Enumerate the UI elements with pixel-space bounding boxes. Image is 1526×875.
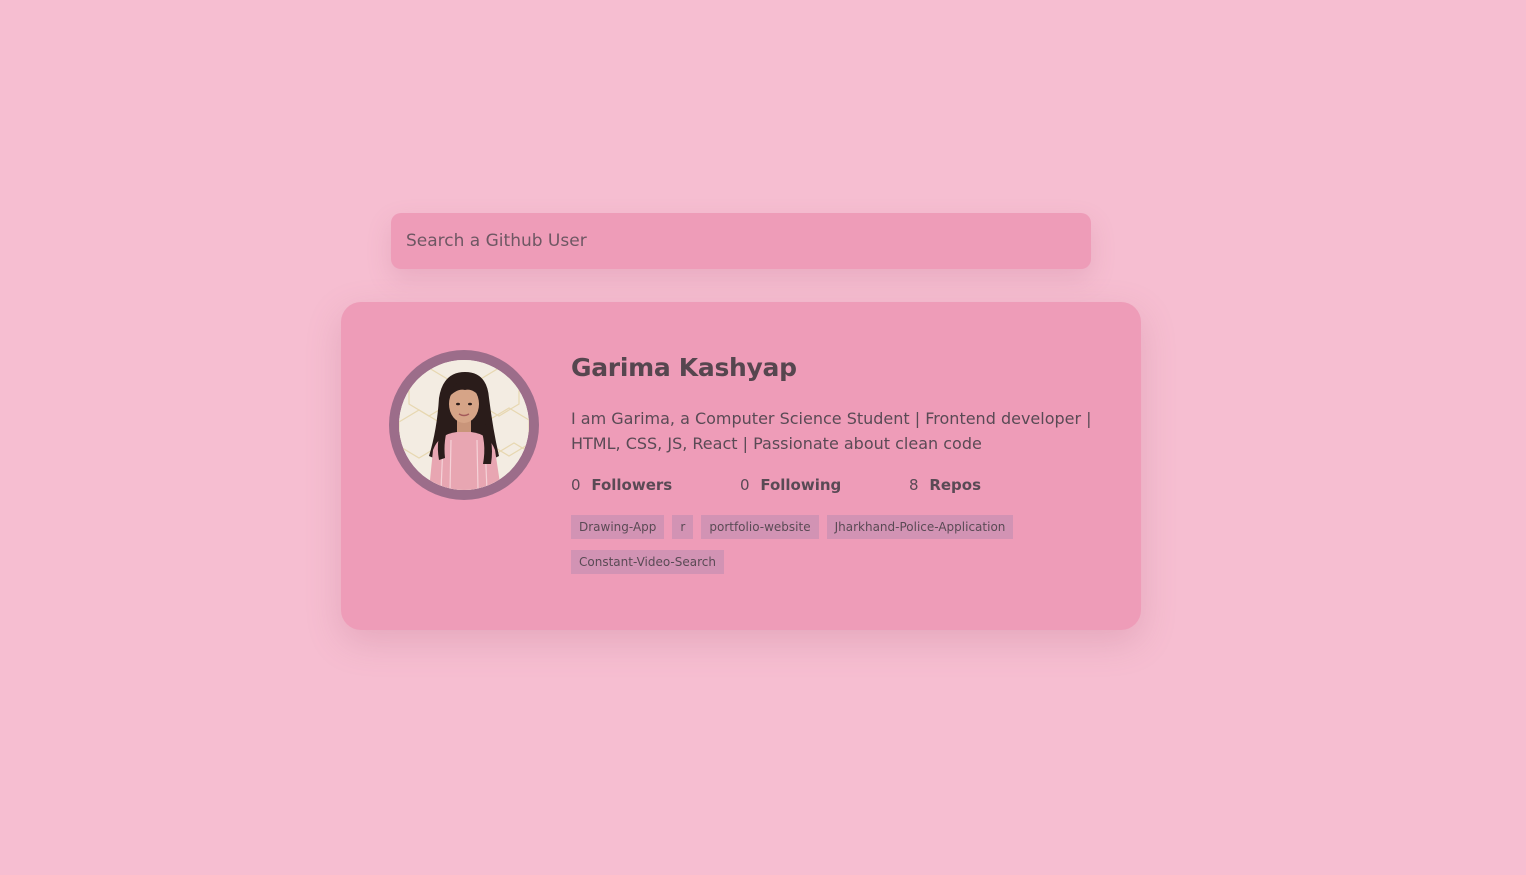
repo-link[interactable]: Constant-Video-Search <box>571 550 724 574</box>
repo-link[interactable]: Drawing-App <box>571 515 665 539</box>
search-form <box>391 213 1091 269</box>
stat-count: 8 <box>909 476 919 494</box>
repo-link[interactable]: portfolio-website <box>701 515 819 539</box>
avatar[interactable] <box>389 350 539 500</box>
stat-label: Repos <box>929 476 982 494</box>
repo-link[interactable]: Jharkhand-Police-Application <box>826 515 1014 539</box>
stat-count: 0 <box>740 476 750 494</box>
search-input[interactable] <box>391 213 1091 269</box>
user-bio: I am Garima, a Computer Science Student … <box>571 409 1092 453</box>
user-card: Garima Kashyap I am Garima, a Computer S… <box>341 302 1141 630</box>
user-info: Garima Kashyap I am Garima, a Computer S… <box>571 350 1101 585</box>
user-stats: 0 Followers 0 Following 8 Repos <box>571 473 1101 497</box>
stat-following: 0 Following <box>740 476 909 494</box>
stat-label: Following <box>760 476 842 494</box>
stat-repos: 8 Repos <box>909 476 1078 494</box>
avatar-photo-icon <box>399 360 529 490</box>
repo-list: Drawing-App r portfolio-website Jharkhan… <box>571 515 1091 585</box>
stat-label: Followers <box>591 476 673 494</box>
repo-link[interactable]: r <box>672 515 694 539</box>
stat-followers: 0 Followers <box>571 476 740 494</box>
user-name: Garima Kashyap <box>571 353 797 382</box>
stat-count: 0 <box>571 476 581 494</box>
